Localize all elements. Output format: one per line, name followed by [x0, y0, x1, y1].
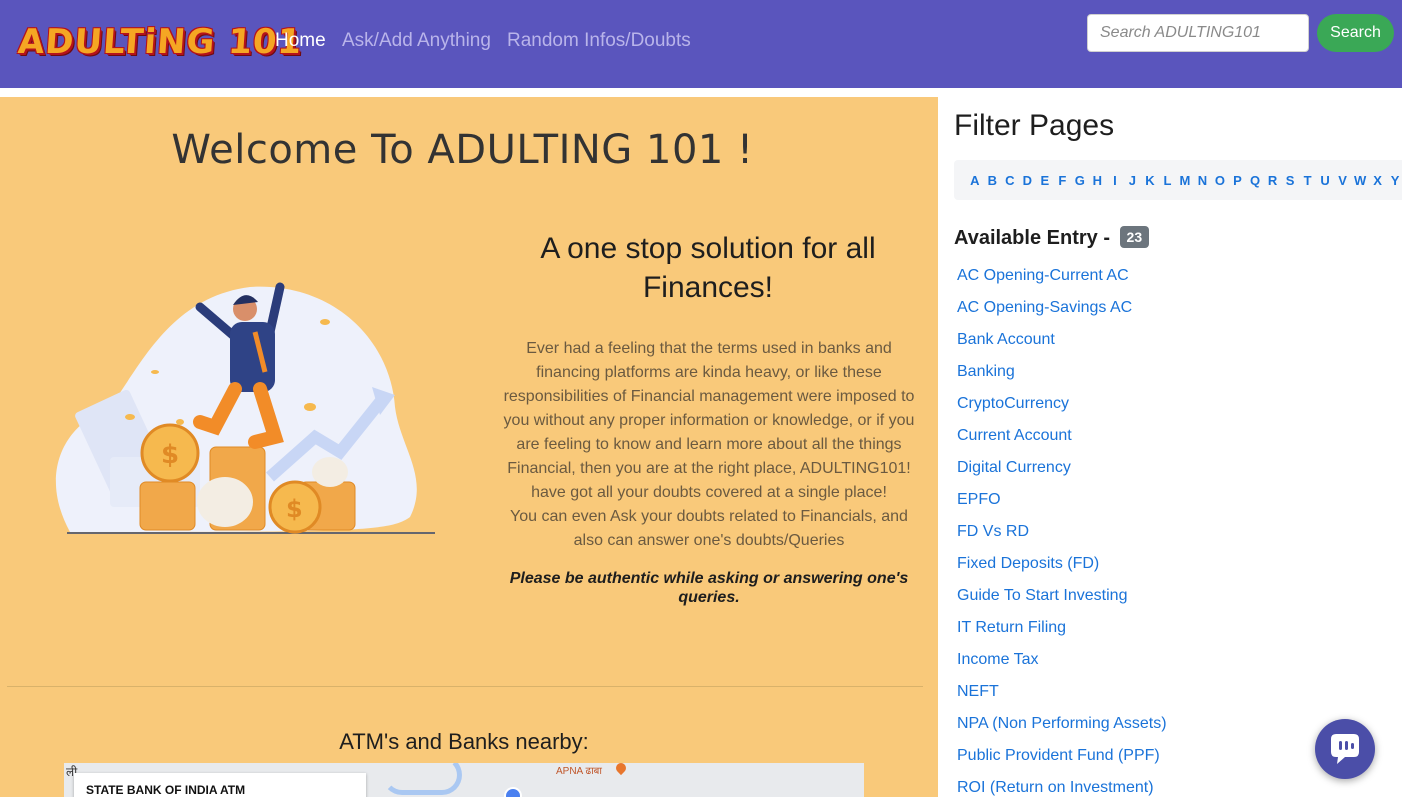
available-entry-heading: Available Entry - 23: [954, 226, 1150, 250]
alpha-filter-u[interactable]: U: [1316, 173, 1334, 188]
alpha-filter-k[interactable]: K: [1141, 173, 1159, 188]
svg-text:$: $: [161, 440, 179, 470]
entry-link[interactable]: NPA (Non Performing Assets): [957, 711, 1167, 743]
tagline: A one stop solution for all Finances!: [540, 232, 876, 304]
alpha-filter-v[interactable]: V: [1334, 173, 1352, 188]
map-card-title: STATE BANK OF INDIA ATM: [86, 783, 246, 797]
map-pin-icon[interactable]: [504, 787, 522, 797]
alpha-filter-f[interactable]: F: [1054, 173, 1072, 188]
description-line: you without any proper information or kn…: [503, 412, 915, 429]
alpha-filter-y[interactable]: Y: [1386, 173, 1402, 188]
alpha-filter-m[interactable]: M: [1176, 173, 1194, 188]
entry-link[interactable]: Public Provident Fund (PPF): [957, 743, 1167, 775]
main-content: Welcome To ADULTING 101 ! $ $ A one stop…: [0, 97, 938, 797]
alpha-filter-q[interactable]: Q: [1246, 173, 1264, 188]
alpha-filter-i[interactable]: I: [1106, 173, 1124, 188]
entry-link[interactable]: Banking: [957, 359, 1167, 391]
map-marker-icon[interactable]: [613, 763, 629, 776]
entry-link[interactable]: Income Tax: [957, 647, 1167, 679]
entry-link[interactable]: FD Vs RD: [957, 519, 1167, 551]
description-line: have got all your doubts covered at a si…: [531, 484, 887, 501]
atm-section-title: ATM's and Banks nearby:: [339, 729, 589, 754]
hero-illustration: $ $: [55, 282, 435, 534]
alpha-filter-x[interactable]: X: [1369, 173, 1387, 188]
alpha-filter-w[interactable]: W: [1351, 173, 1369, 188]
entry-link[interactable]: Digital Currency: [957, 455, 1167, 487]
alphabet-filter-bar: ABCDEFGHIJKLMNOPQRSTUVWXY: [954, 160, 1402, 200]
entry-link[interactable]: Fixed Deposits (FD): [957, 551, 1167, 583]
alpha-filter-p[interactable]: P: [1229, 173, 1247, 188]
chat-bubble-icon: [1331, 734, 1359, 764]
entry-count-badge: 23: [1119, 226, 1150, 248]
search-button[interactable]: Search: [1317, 14, 1394, 52]
entry-link[interactable]: EPFO: [957, 487, 1167, 519]
alpha-filter-h[interactable]: H: [1089, 173, 1107, 188]
filter-pages-title: Filter Pages: [954, 109, 1115, 142]
entry-link[interactable]: ROI (Return on Investment): [957, 775, 1167, 807]
nav-link-ask-add[interactable]: Ask/Add Anything: [342, 30, 491, 52]
chat-button[interactable]: [1315, 719, 1375, 779]
description-line: also can answer one's doubts/Queries: [573, 532, 845, 549]
alpha-filter-d[interactable]: D: [1019, 173, 1037, 188]
authenticity-note: Please be authentic while asking or answ…: [509, 570, 909, 606]
nav-link-random-infos[interactable]: Random Infos/Doubts: [507, 30, 691, 52]
description-line: Financial, then you are at the right pla…: [507, 460, 911, 477]
entry-link[interactable]: Guide To Start Investing: [957, 583, 1167, 615]
description-line: financing platforms are kinda heavy, or …: [536, 364, 882, 381]
nav-link-home[interactable]: Home: [275, 30, 326, 52]
section-divider: [7, 686, 923, 687]
description-line: responsibilities of Financial management…: [503, 388, 915, 405]
alpha-filter-r[interactable]: R: [1264, 173, 1282, 188]
navbar: ADULTiNG 101 Home Ask/Add Anything Rando…: [0, 0, 1402, 88]
map-road: [382, 763, 462, 795]
entry-link[interactable]: Current Account: [957, 423, 1167, 455]
alpha-filter-n[interactable]: N: [1194, 173, 1212, 188]
entry-link[interactable]: CryptoCurrency: [957, 391, 1167, 423]
alpha-filter-e[interactable]: E: [1036, 173, 1054, 188]
alpha-filter-o[interactable]: O: [1211, 173, 1229, 188]
entry-link[interactable]: AC Opening-Savings AC: [957, 295, 1167, 327]
entry-link[interactable]: NEFT: [957, 679, 1167, 711]
search-input[interactable]: [1087, 14, 1309, 52]
entry-link[interactable]: AC Opening-Current AC: [957, 263, 1167, 295]
available-entry-label: Available Entry -: [954, 227, 1110, 249]
alpha-filter-c[interactable]: C: [1001, 173, 1019, 188]
svg-text:$: $: [286, 495, 303, 523]
description-line: are feeling to know and learn more about…: [516, 436, 902, 453]
description: Ever had a feeling that the terms used i…: [494, 337, 924, 553]
alpha-filter-a[interactable]: A: [966, 173, 984, 188]
alpha-filter-s[interactable]: S: [1281, 173, 1299, 188]
description-line: Ever had a feeling that the terms used i…: [526, 340, 892, 357]
alpha-filter-g[interactable]: G: [1071, 173, 1089, 188]
alpha-filter-j[interactable]: J: [1124, 173, 1142, 188]
atm-map[interactable]: ली STATE BANK OF INDIA ATM APNA ढाबा: [64, 763, 864, 797]
welcome-heading: Welcome To ADULTING 101 !: [171, 127, 754, 173]
alpha-filter-b[interactable]: B: [984, 173, 1002, 188]
entry-link[interactable]: IT Return Filing: [957, 615, 1167, 647]
map-place-label: APNA ढाबा: [556, 766, 602, 777]
entry-link[interactable]: Bank Account: [957, 327, 1167, 359]
alpha-filter-t[interactable]: T: [1299, 173, 1317, 188]
filter-sidebar: Filter Pages ABCDEFGHIJKLMNOPQRSTUVWXY A…: [938, 97, 1402, 797]
entry-list: AC Opening-Current AC AC Opening-Savings …: [957, 263, 1167, 807]
description-line: You can even Ask your doubts related to …: [510, 508, 908, 525]
site-logo[interactable]: ADULTiNG 101: [17, 22, 304, 62]
alpha-filter-l[interactable]: L: [1159, 173, 1177, 188]
map-info-card[interactable]: STATE BANK OF INDIA ATM: [74, 773, 366, 797]
